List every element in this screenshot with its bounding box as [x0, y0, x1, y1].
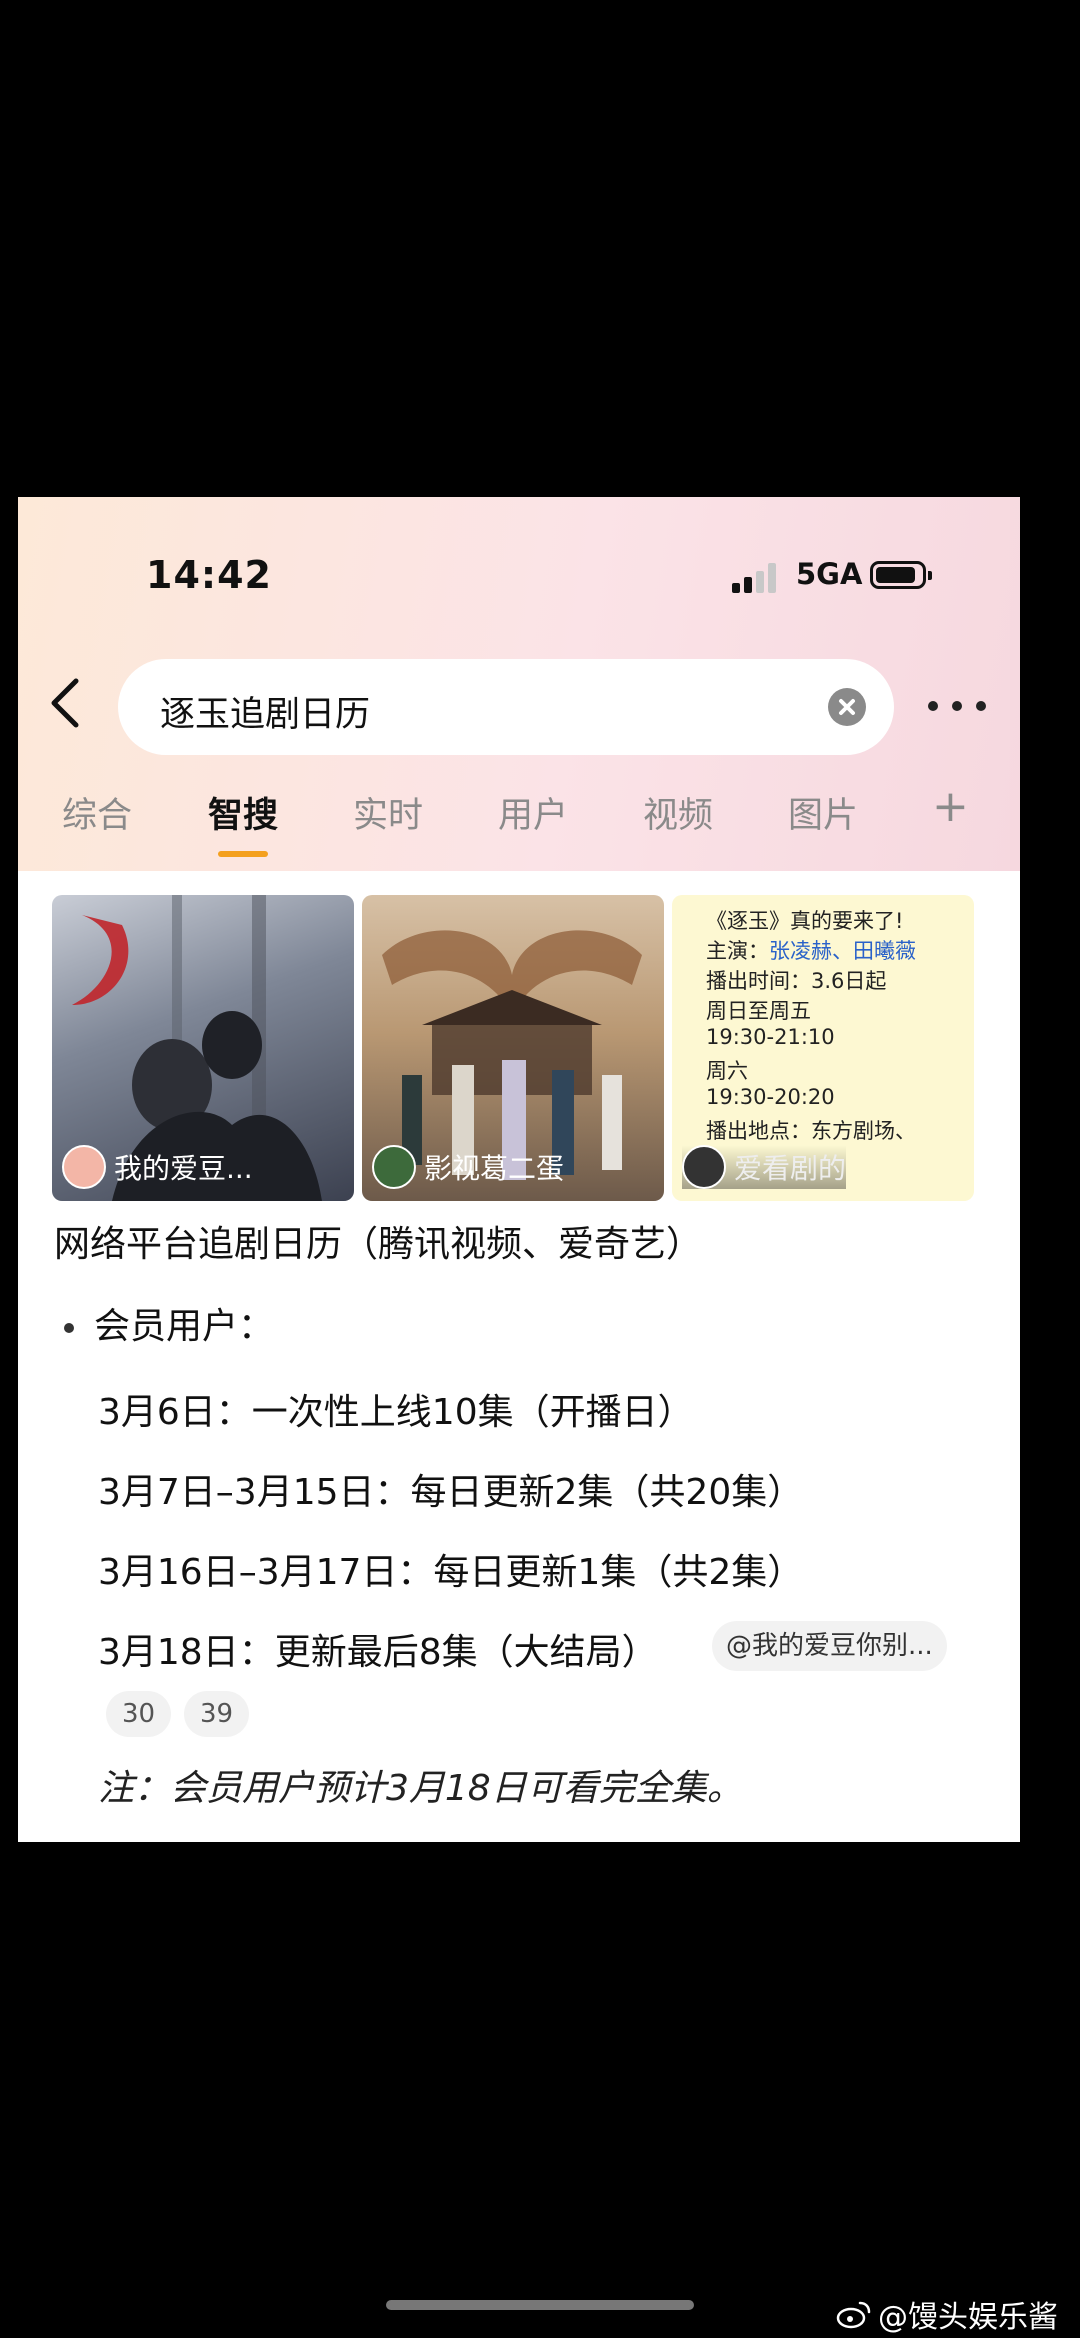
back-icon[interactable]: [42, 675, 90, 731]
image-card-3[interactable]: 《逐玉》真的要来了! 主演：张凌赫、田曦薇 播出时间：3.6日起 周日至周五 1…: [672, 895, 974, 1201]
tab-users[interactable]: 用户: [498, 787, 568, 838]
source-mention-tag[interactable]: @我的爱豆你别...: [712, 1621, 947, 1671]
battery-icon: [870, 561, 932, 589]
schedule-row: 3月6日：一次性上线10集（开播日）: [98, 1392, 694, 1433]
card-text-line: 周日至周五: [706, 999, 811, 1023]
active-tab-indicator: [218, 851, 269, 857]
search-query: 逐玉追剧日历: [160, 695, 371, 735]
card-text-line: 19:30-21:10: [706, 1025, 835, 1049]
schedule-row: 3月7日–3月15日：每日更新2集（共20集）: [98, 1472, 804, 1513]
image-card-2[interactable]: 影视葛二蛋: [362, 895, 664, 1201]
card-text-line: 播出地点：东方剧场、: [706, 1119, 916, 1143]
image-carousel: 我的爱豆... 影视葛二蛋 《逐玉》真的要来了! 主演：张凌赫、田曦薇 播出时间…: [52, 895, 974, 1201]
clear-icon[interactable]: [828, 688, 866, 726]
card-text-line: 周六: [706, 1059, 748, 1083]
card-text-line: 主演：张凌赫、田曦薇: [706, 939, 916, 963]
status-time: 14:42: [146, 553, 272, 597]
network-label: 5GA: [796, 557, 863, 591]
tab-realtime[interactable]: 实时: [353, 787, 423, 838]
card-text-line: 《逐玉》真的要来了!: [706, 909, 904, 933]
result-title: 网络平台追剧日历（腾讯视频、爱奇艺）: [54, 1224, 703, 1265]
reference-pill[interactable]: 39: [184, 1691, 250, 1737]
home-indicator[interactable]: [386, 2300, 694, 2310]
card-source: 爱看剧的: [682, 1145, 847, 1189]
schedule-row: 3月18日：更新最后8集（大结局）: [98, 1632, 658, 1673]
tab-smart-search[interactable]: 智搜: [208, 787, 278, 857]
avatar: [62, 1145, 106, 1189]
search-input[interactable]: 逐玉追剧日历: [118, 659, 894, 755]
reference-pill[interactable]: 30: [106, 1691, 172, 1737]
tab-bar: 综合 智搜 实时 用户 视频 图片 +: [18, 781, 1020, 857]
header: 14:42 5GA 逐玉追剧日历 综合 智搜 实时 用户 视频 图片 +: [18, 497, 1020, 871]
tab-comprehensive[interactable]: 综合: [62, 787, 132, 838]
card-source: 影视葛二蛋: [372, 1145, 564, 1189]
avatar: [372, 1145, 416, 1189]
avatar: [682, 1145, 726, 1189]
tab-images[interactable]: 图片: [788, 787, 858, 838]
card-text-line: 播出时间：3.6日起: [706, 969, 887, 993]
image-card-1[interactable]: 我的爱豆...: [52, 895, 354, 1201]
watermark: @馒头娱乐酱: [836, 2292, 1058, 2336]
add-tab-icon[interactable]: +: [932, 781, 969, 832]
weibo-logo-icon: [836, 2301, 871, 2329]
note-text: 注：会员用户预计3月18日可看完全集。: [98, 1768, 743, 1809]
more-icon[interactable]: [926, 687, 990, 727]
tab-videos[interactable]: 视频: [643, 787, 713, 838]
bullet-item: 会员用户：: [64, 1297, 274, 1349]
signal-icon: [732, 563, 778, 593]
screenshot-frame: 14:42 5GA 逐玉追剧日历 综合 智搜 实时 用户 视频 图片 + 我的爱…: [18, 497, 1020, 1842]
schedule-row: 3月16日–3月17日：每日更新1集（共2集）: [98, 1552, 804, 1593]
card-source: 我的爱豆...: [62, 1145, 253, 1189]
card-text-line: 19:30-20:20: [706, 1085, 835, 1109]
